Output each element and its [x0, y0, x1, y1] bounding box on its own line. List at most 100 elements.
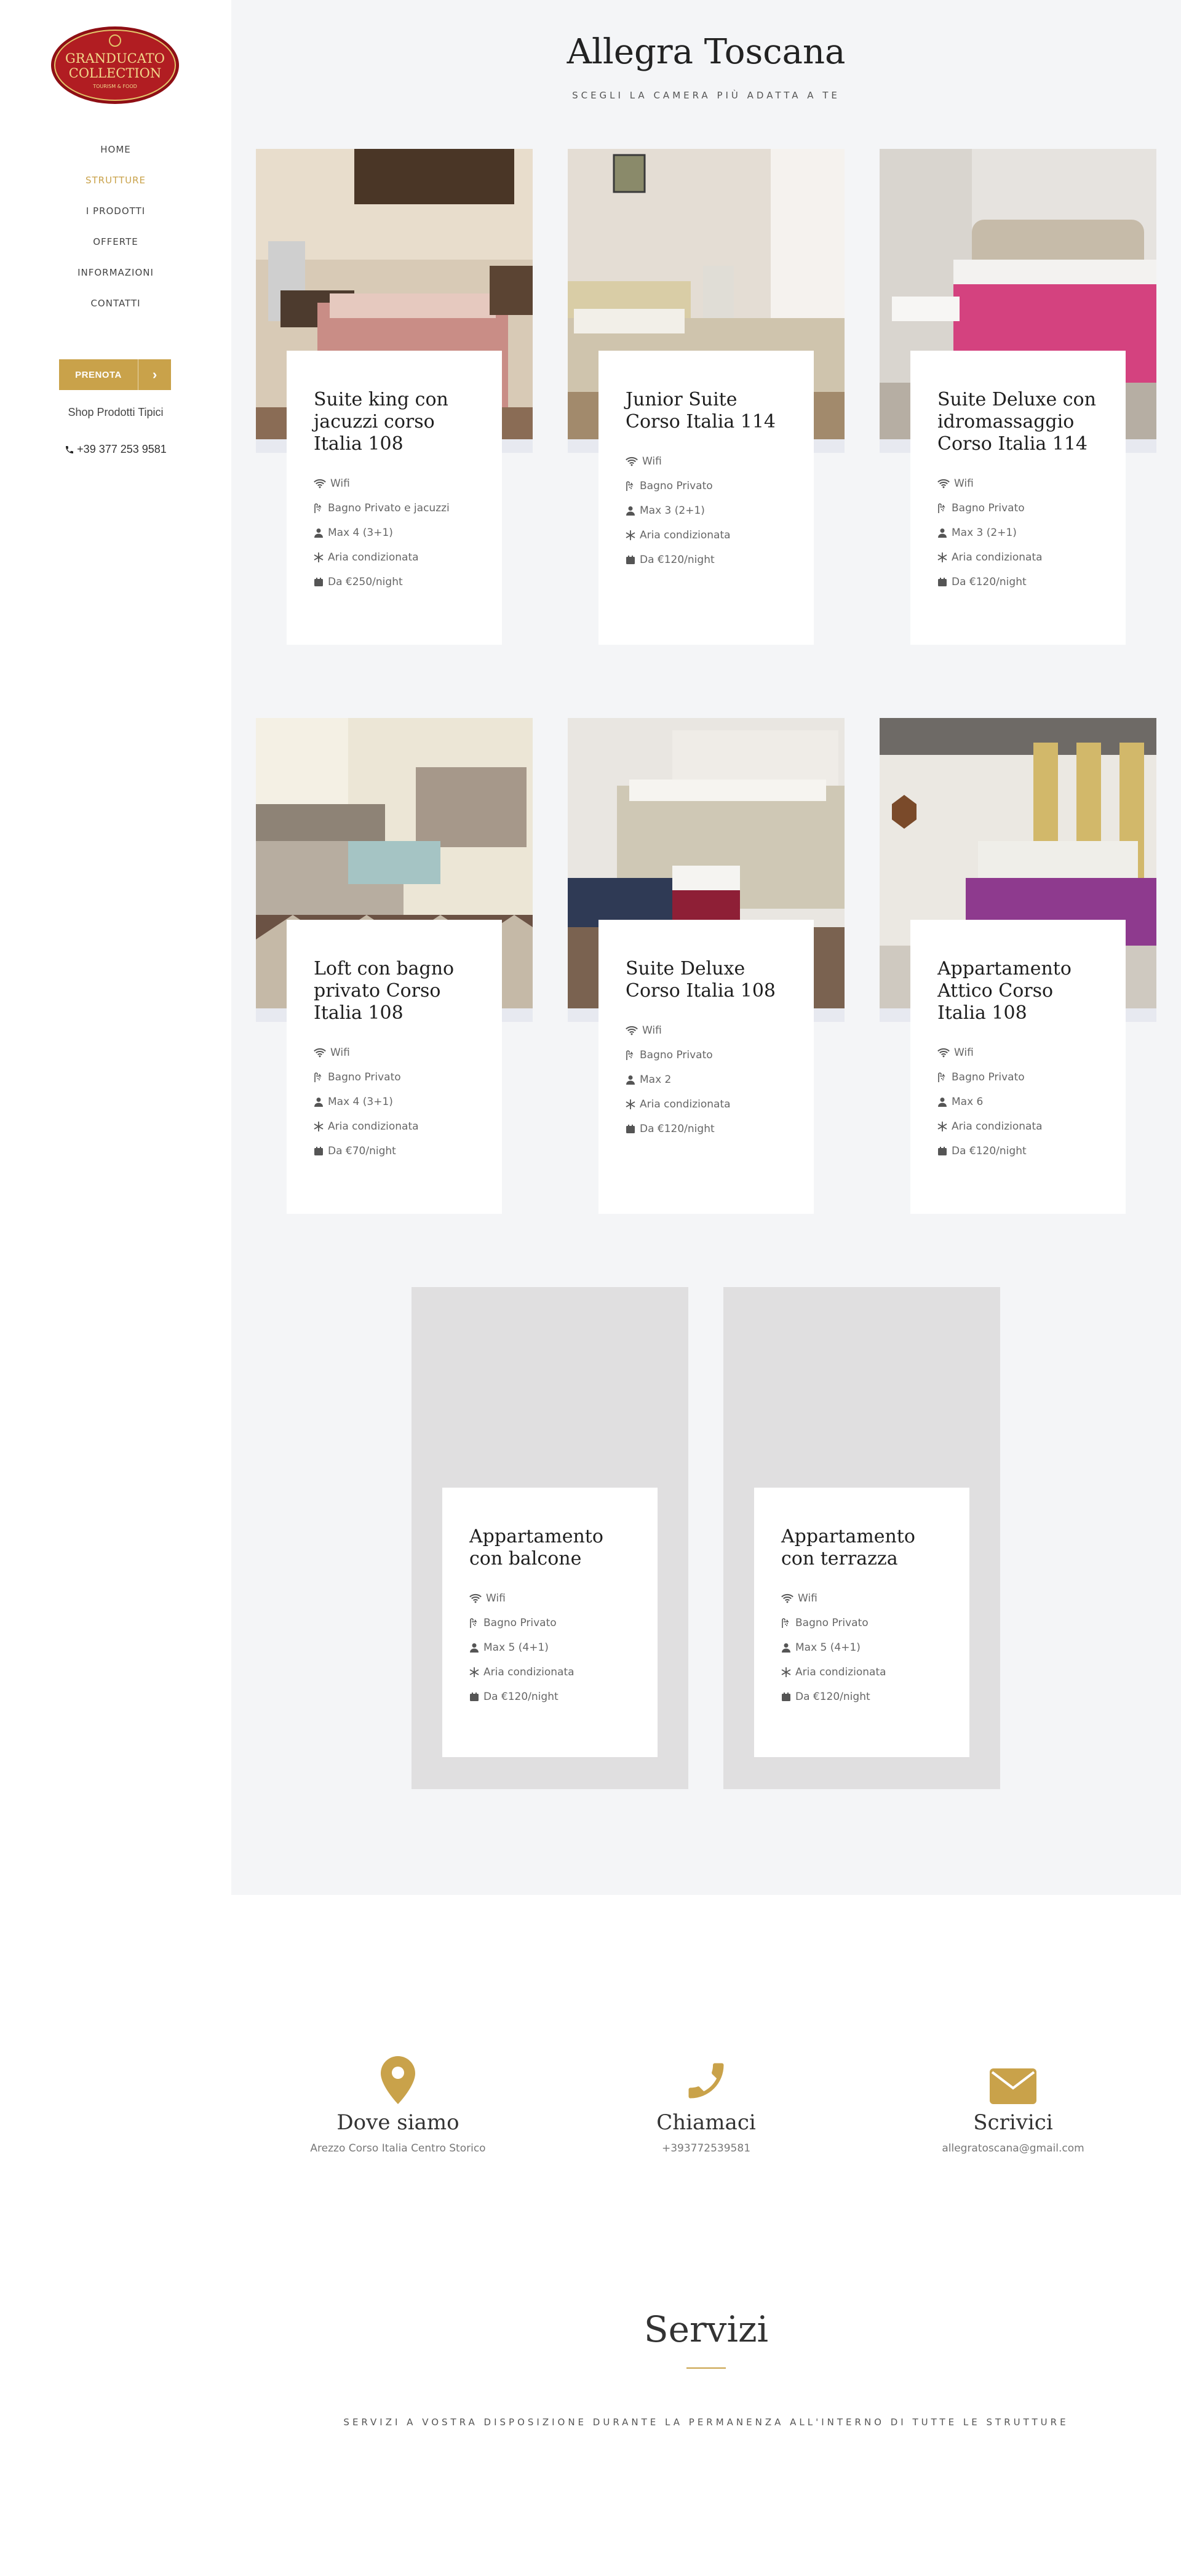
room-info: Appartamento con terrazza Wifi Bagno Pri… [754, 1488, 969, 1757]
amenity-guests: Max 4 (3+1) [314, 520, 475, 545]
contact-text: Arezzo Corso Italia Centro Storico [310, 2142, 486, 2155]
amenity-guests: Max 3 (2+1) [626, 498, 787, 523]
contact-text[interactable]: +393772539581 [571, 2142, 841, 2155]
amenity-wifi: Wifi [937, 471, 1099, 496]
amenity-price: Da €120/night [626, 1117, 787, 1141]
room-card[interactable]: Suite Deluxe con idromassaggio Corso Ita… [880, 149, 1156, 645]
wifi-icon [626, 1026, 638, 1035]
shower-icon [314, 1072, 322, 1082]
room-card[interactable]: Loft con bagno privato Corso Italia 108 … [256, 718, 533, 1214]
user-icon [314, 1098, 323, 1107]
snowflake-icon [469, 1667, 479, 1677]
shower-icon [938, 503, 945, 513]
snowflake-icon [626, 530, 635, 540]
room-card[interactable]: Suite Deluxe Corso Italia 108 Wifi Bagno… [568, 718, 845, 1214]
contact-text[interactable]: allegratoscana@gmail.com [878, 2142, 1148, 2155]
contact-email[interactable]: Scrivici allegratoscana@gmail.com [878, 2049, 1148, 2155]
map-marker-icon [381, 2056, 415, 2104]
amenity-label: Wifi [330, 1047, 350, 1059]
amenity-label: Wifi [954, 1047, 974, 1059]
amenity-price: Da €120/night [937, 1139, 1099, 1163]
calendar-icon [938, 578, 947, 586]
amenity-wifi: Wifi [626, 1018, 787, 1043]
room-info: Suite king con jacuzzi corso Italia 108 … [287, 351, 502, 645]
amenity-bath: Bagno Privato [469, 1611, 630, 1635]
sidebar: GRANDUCATO COLLECTION TOURISM & FOOD HOM… [0, 0, 231, 520]
room-title[interactable]: Appartamento con terrazza [781, 1526, 942, 1570]
snowflake-icon [937, 1122, 947, 1131]
wifi-icon [469, 1593, 482, 1603]
amenity-wifi: Wifi [626, 449, 787, 474]
phone-link[interactable]: +39 377 253 9581 [0, 443, 231, 456]
amenity-label: Bagno Privato [483, 1617, 557, 1629]
calendar-icon [782, 1693, 790, 1701]
shower-icon [626, 1050, 634, 1060]
amenity-label: Aria condizionata [795, 1666, 886, 1678]
amenity-bath: Bagno Privato e jacuzzi [314, 496, 475, 520]
wifi-icon [781, 1593, 793, 1603]
amenity-label: Aria condizionata [952, 551, 1043, 564]
amenity-guests: Max 4 (3+1) [314, 1090, 475, 1114]
amenity-label: Aria condizionata [952, 1120, 1043, 1133]
contact-title: Chiamaci [656, 2110, 756, 2135]
room-card[interactable]: Junior Suite Corso Italia 114 Wifi Bagno… [568, 149, 845, 645]
amenity-price: Da €120/night [781, 1685, 942, 1709]
room-title[interactable]: Appartamento Attico Corso Italia 108 [937, 958, 1099, 1024]
amenity-label: Bagno Privato [952, 1071, 1025, 1083]
page-title: Allegra Toscana [567, 32, 846, 72]
room-title[interactable]: Loft con bagno privato Corso Italia 108 [314, 958, 475, 1024]
amenity-guests: Max 3 (2+1) [937, 520, 1099, 545]
amenity-air: Aria condizionata [781, 1660, 942, 1685]
contact-phone[interactable]: Chiamaci +393772539581 [571, 2049, 841, 2155]
chevron-right-icon: › [138, 359, 171, 390]
room-title[interactable]: Suite king con jacuzzi corso Italia 108 [314, 389, 475, 455]
amenity-label: Da €120/night [795, 1691, 870, 1703]
shop-link[interactable]: Shop Prodotti Tipici [0, 406, 231, 419]
room-title[interactable]: Suite Deluxe con idromassaggio Corso Ita… [937, 389, 1099, 455]
contact-title: Dove siamo [336, 2110, 459, 2135]
room-card[interactable]: Appartamento con terrazza Wifi Bagno Pri… [723, 1287, 1000, 1789]
calendar-icon [626, 1125, 635, 1133]
amenity-bath: Bagno Privato [626, 474, 787, 498]
amenity-price: Da €120/night [937, 570, 1099, 594]
room-title[interactable]: Suite Deluxe Corso Italia 108 [626, 958, 787, 1002]
amenity-label: Da €120/night [640, 1123, 715, 1135]
room-title[interactable]: Appartamento con balcone [469, 1526, 630, 1570]
amenity-label: Da €120/night [952, 1145, 1027, 1157]
calendar-icon [314, 578, 323, 586]
phone-number: +39 377 253 9581 [77, 443, 167, 455]
phone-icon [66, 445, 74, 453]
granducato-logo[interactable]: GRANDUCATO COLLECTION TOURISM & FOOD [49, 25, 181, 106]
amenity-bath: Bagno Privato [937, 1065, 1099, 1090]
user-icon [626, 1075, 635, 1085]
room-card[interactable]: Suite king con jacuzzi corso Italia 108 … [256, 149, 533, 645]
shower-icon [938, 1072, 945, 1082]
amenity-guests: Max 5 (4+1) [781, 1635, 942, 1660]
amenity-label: Da €250/night [328, 576, 403, 588]
nav-item-prodotti[interactable]: I PRODOTTI [0, 202, 231, 233]
room-card[interactable]: Appartamento Attico Corso Italia 108 Wif… [880, 718, 1156, 1214]
nav-item-offerte[interactable]: OFFERTE [0, 233, 231, 263]
amenity-label: Wifi [642, 1024, 662, 1037]
amenity-label: Wifi [954, 477, 974, 490]
nav-item-home[interactable]: HOME [0, 140, 231, 171]
room-title[interactable]: Junior Suite Corso Italia 114 [626, 389, 787, 433]
snowflake-icon [626, 1099, 635, 1109]
amenity-air: Aria condizionata [626, 1092, 787, 1117]
amenity-label: Max 3 (2+1) [952, 527, 1017, 539]
svg-text:GRANDUCATO: GRANDUCATO [65, 51, 165, 66]
amenity-bath: Bagno Privato [314, 1065, 475, 1090]
room-card[interactable]: Appartamento con balcone Wifi Bagno Priv… [412, 1287, 688, 1789]
prenota-button[interactable]: PRENOTA › [59, 359, 171, 390]
nav-item-contatti[interactable]: CONTATTI [0, 294, 231, 325]
wifi-icon [937, 479, 950, 488]
amenity-label: Max 2 [640, 1074, 672, 1086]
amenity-label: Wifi [330, 477, 350, 490]
nav-item-strutture[interactable]: STRUTTURE [0, 171, 231, 202]
amenity-guests: Max 5 (4+1) [469, 1635, 630, 1660]
amenity-wifi: Wifi [937, 1040, 1099, 1065]
amenity-wifi: Wifi [469, 1586, 630, 1611]
nav-item-informazioni[interactable]: INFORMAZIONI [0, 263, 231, 294]
amenity-label: Bagno Privato [952, 502, 1025, 514]
amenity-air: Aria condizionata [937, 1114, 1099, 1139]
